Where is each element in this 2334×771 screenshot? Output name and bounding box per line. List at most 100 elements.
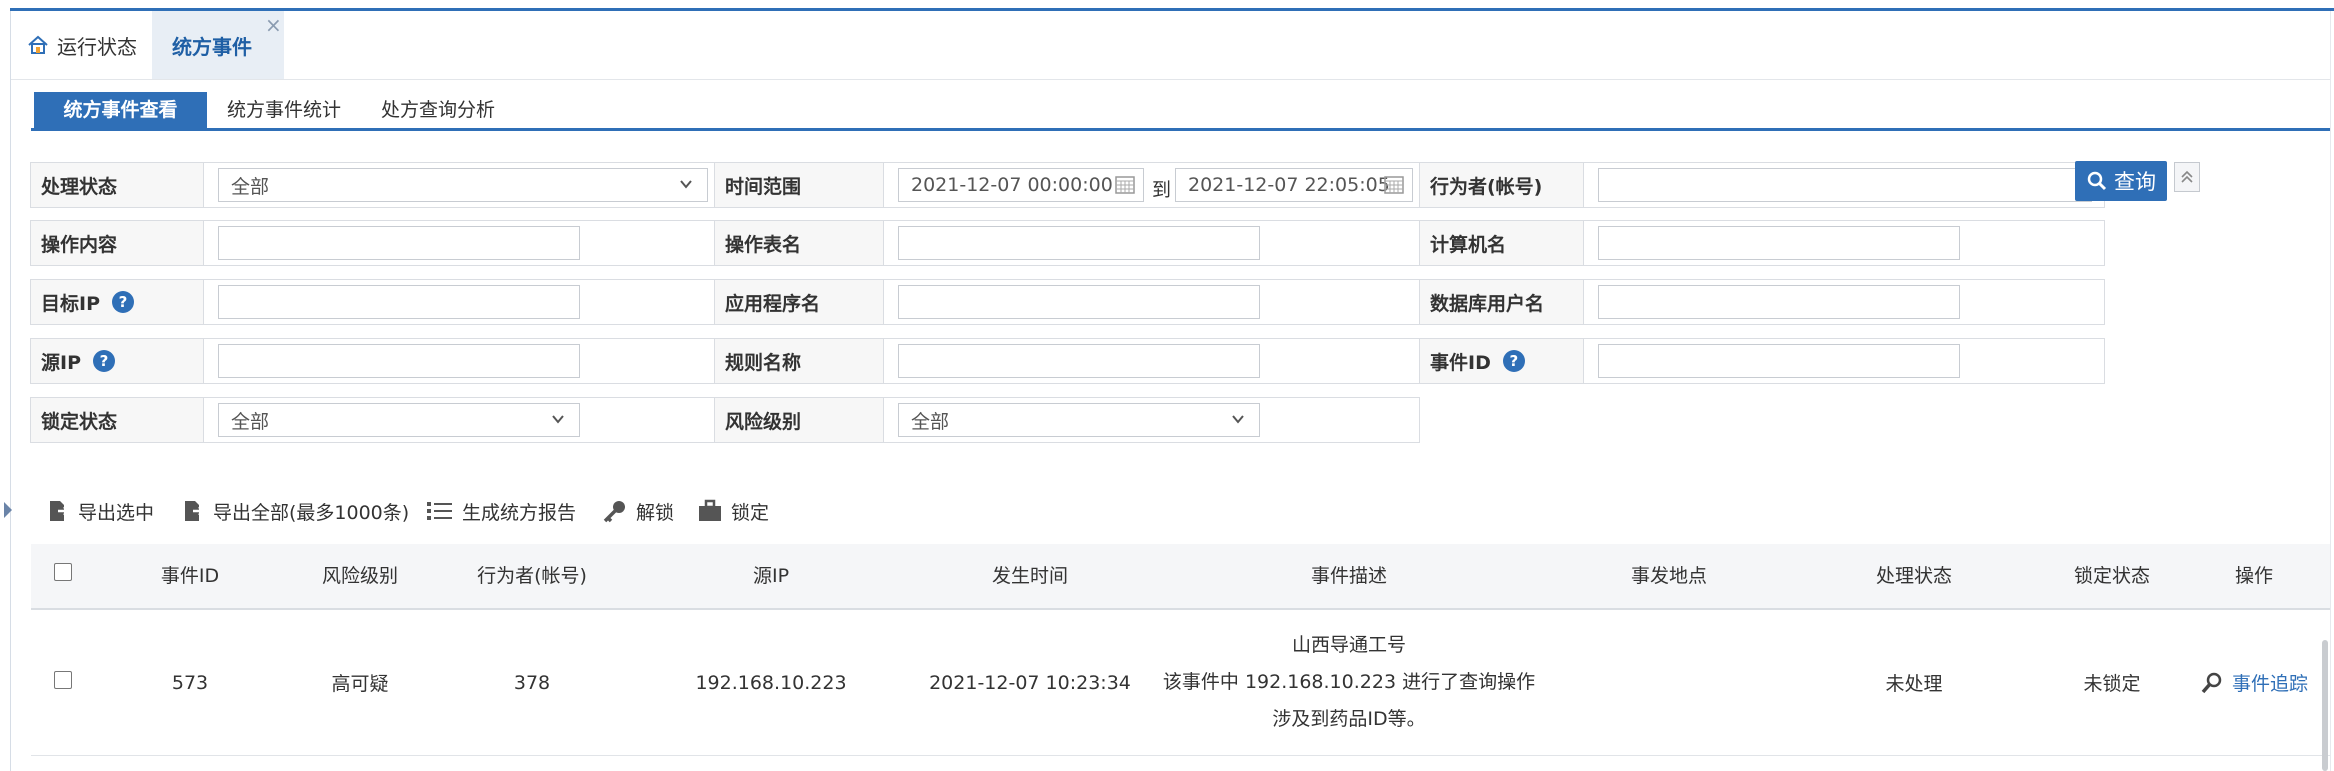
description-line-3: 涉及到药品ID等。	[1272, 708, 1426, 730]
lock-button[interactable]: 锁定	[697, 482, 769, 540]
time-to-label: 到	[1152, 179, 1172, 201]
generate-report-label: 生成统方报告	[462, 501, 577, 524]
db-user-input[interactable]	[1598, 285, 1960, 319]
table-header: 事件ID 风险级别 行为者(帐号) 源IP 发生时间 事件描述 事发地点 处理状…	[31, 544, 2330, 610]
subtab-prescription-analysis[interactable]: 处方查询分析	[381, 92, 495, 128]
lock-label-text: 锁定	[731, 501, 770, 524]
target-ip-cell	[203, 279, 715, 325]
rule-input[interactable]	[898, 344, 1260, 378]
source-ip-label-cell: 源IP ?	[30, 338, 204, 384]
home-icon	[28, 35, 48, 54]
app-input[interactable]	[898, 285, 1260, 319]
subtab-event-stats[interactable]: 统方事件统计	[227, 92, 341, 128]
risk-label: 风险级别	[714, 397, 884, 443]
event-trace-link[interactable]: 事件追踪	[2184, 610, 2324, 755]
target-ip-label-cell: 目标IP ?	[30, 279, 204, 325]
col-action: 操作	[2234, 565, 2273, 587]
close-icon[interactable]: ×	[265, 15, 282, 35]
lock-select[interactable]: 全部	[218, 403, 580, 437]
key-icon	[603, 501, 625, 523]
chevron-down-icon	[1232, 415, 1244, 424]
rule-label: 规则名称	[714, 338, 884, 384]
export-all-button[interactable]: 导出全部(最多1000条)	[181, 482, 409, 540]
status-cell: 全部	[203, 162, 715, 208]
export-selected-button[interactable]: 导出选中	[46, 482, 154, 540]
event-id-label: 事件ID	[1430, 351, 1491, 374]
select-all-checkbox[interactable]	[54, 563, 72, 581]
list-icon	[427, 502, 452, 520]
col-risk[interactable]: 风险级别	[280, 544, 440, 608]
row-checkbox[interactable]	[54, 671, 72, 689]
op-table-label: 操作表名	[714, 220, 884, 266]
app-cell	[883, 279, 1420, 325]
tab-run-status[interactable]: 运行状态	[27, 11, 137, 79]
collapse-filters-button[interactable]	[2174, 162, 2200, 192]
chevron-down-icon	[552, 415, 564, 424]
search-icon	[2087, 171, 2107, 191]
col-location[interactable]: 事发地点	[1569, 544, 1769, 608]
target-ip-input[interactable]	[218, 285, 580, 319]
unlock-button[interactable]: 解锁	[602, 482, 674, 540]
expand-arrow-icon[interactable]	[4, 502, 12, 518]
target-ip-label: 目标IP	[41, 292, 100, 315]
top-tab-bar: 运行状态 统方事件 ×	[11, 11, 2330, 80]
cell-time: 2021-12-07 10:23:34	[929, 671, 1131, 694]
risk-cell: 全部	[883, 397, 1420, 443]
left-border	[10, 11, 11, 771]
col-description[interactable]: 事件描述	[1159, 544, 1539, 608]
computer-input[interactable]	[1598, 226, 1960, 260]
db-user-label: 数据库用户名	[1419, 279, 1584, 325]
risk-select-value: 全部	[911, 410, 950, 433]
status-select[interactable]: 全部	[218, 168, 708, 202]
generate-report-button[interactable]: 生成统方报告	[426, 482, 576, 540]
lock-label: 锁定状态	[30, 397, 204, 443]
description-line-2: 该事件中 192.168.10.223 进行了查询操作	[1162, 671, 1536, 693]
col-event-id[interactable]: 事件ID	[130, 544, 250, 608]
source-ip-label: 源IP	[41, 351, 81, 374]
col-time[interactable]: 发生时间	[900, 544, 1160, 608]
event-id-cell	[1583, 338, 2105, 384]
col-lock-status[interactable]: 锁定状态	[2012, 544, 2212, 608]
action-toolbar: 导出选中 导出全部(最多1000条) 生成统方报告 解锁 锁定	[4, 482, 2330, 540]
status-label: 处理状态	[30, 162, 204, 208]
vertical-scrollbar[interactable]	[2322, 640, 2328, 771]
event-id-input[interactable]	[1598, 344, 1960, 378]
table-row[interactable]: 573 高可疑 378 192.168.10.223 2021-12-07 10…	[31, 610, 2330, 756]
unlock-label: 解锁	[636, 501, 675, 524]
event-trace-label: 事件追踪	[2231, 673, 2308, 695]
op-table-input[interactable]	[898, 226, 1260, 260]
subtab-view-events[interactable]: 统方事件查看	[34, 92, 207, 128]
export-icon	[50, 501, 70, 521]
computer-cell	[1583, 220, 2105, 266]
rule-cell	[883, 338, 1420, 384]
tab-events-label: 统方事件	[172, 34, 252, 59]
op-content-input[interactable]	[218, 226, 580, 260]
export-selected-label: 导出选中	[78, 501, 155, 524]
time-start-value: 2021-12-07 00:00:00	[911, 174, 1113, 196]
col-status[interactable]: 处理状态	[1814, 544, 2014, 608]
cell-lock-status: 未锁定	[2083, 673, 2141, 695]
query-button[interactable]: 查询	[2075, 161, 2167, 201]
help-icon[interactable]: ?	[93, 350, 115, 372]
cell-risk: 高可疑	[331, 673, 389, 695]
cell-source-ip: 192.168.10.223	[695, 671, 847, 694]
help-icon[interactable]: ?	[1502, 350, 1525, 372]
time-start-input[interactable]: 2021-12-07 00:00:00	[898, 168, 1144, 202]
source-ip-input[interactable]	[218, 344, 580, 378]
time-end-input[interactable]: 2021-12-07 22:05:05	[1175, 168, 1413, 202]
col-actor[interactable]: 行为者(帐号)	[437, 544, 627, 608]
risk-select[interactable]: 全部	[898, 403, 1260, 437]
right-border	[2330, 11, 2331, 771]
calendar-icon[interactable]	[1384, 176, 1404, 194]
op-content-cell	[203, 220, 715, 266]
actor-input[interactable]	[1598, 168, 2092, 202]
col-source-ip[interactable]: 源IP	[671, 544, 871, 608]
cell-actor: 378	[513, 671, 551, 694]
time-end-value: 2021-12-07 22:05:05	[1188, 174, 1390, 196]
help-icon[interactable]: ?	[112, 291, 134, 313]
source-ip-cell	[203, 338, 715, 384]
calendar-icon[interactable]	[1115, 176, 1135, 194]
cell-status: 未处理	[1885, 673, 1943, 695]
tab-run-status-label: 运行状态	[57, 34, 137, 59]
app-label: 应用程序名	[714, 279, 884, 325]
